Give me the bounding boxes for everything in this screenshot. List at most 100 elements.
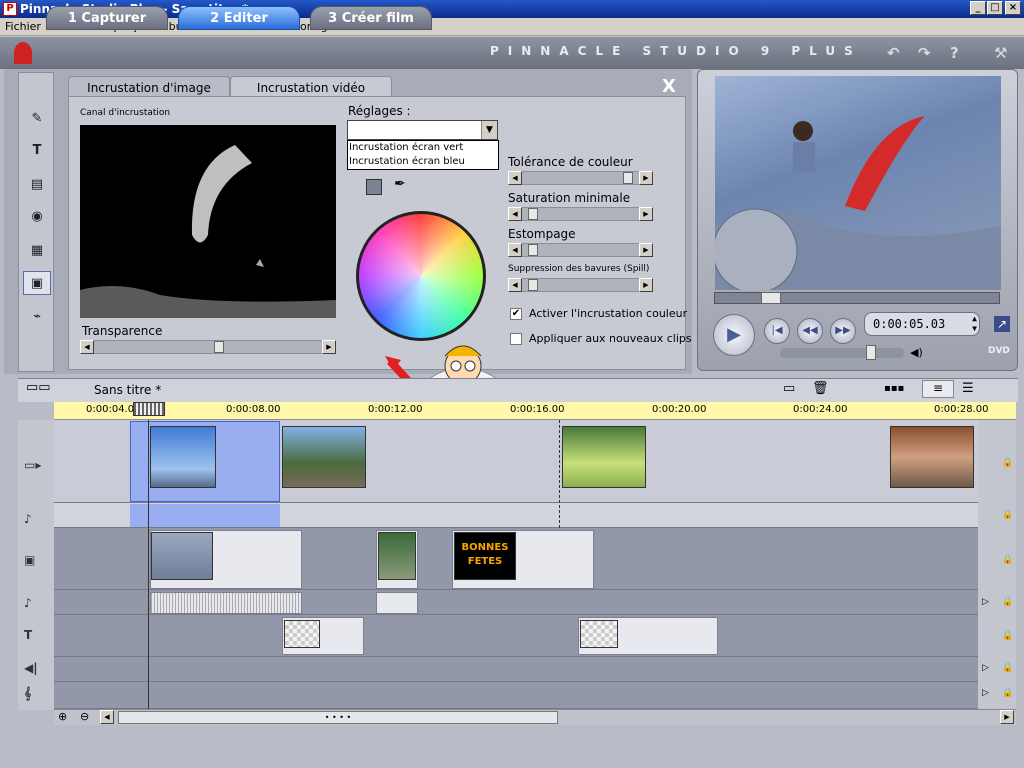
scroll-left-icon[interactable]: ◀ <box>100 710 114 724</box>
close-button[interactable]: × <box>1005 1 1021 15</box>
timeline-view-icon[interactable]: ≡ <box>922 380 954 398</box>
slider-right-arrow-icon[interactable]: ▶ <box>639 207 653 221</box>
scroll-right-icon[interactable]: ▶ <box>1000 710 1014 724</box>
effects-tool-icon[interactable]: ⌁ <box>23 305 51 329</box>
selected-audio-clip[interactable] <box>130 504 280 527</box>
tab-incrustation-video[interactable]: Incrustation vidéo <box>230 76 392 98</box>
undo-icon[interactable]: ↶ <box>887 44 900 62</box>
tolerance-slider[interactable]: ◀ ▶ <box>508 171 653 185</box>
saturation-slider[interactable]: ◀ ▶ <box>508 207 653 221</box>
slider-right-arrow-icon[interactable]: ▶ <box>639 243 653 257</box>
fast-forward-button[interactable]: ▶▶ <box>830 318 856 344</box>
tab-creer-film[interactable]: 3 Créer film <box>310 6 432 30</box>
trash-icon[interactable]: 🗑 <box>812 381 829 396</box>
slider-right-arrow-icon[interactable]: ▶ <box>639 278 653 292</box>
clip-thumbnail[interactable] <box>151 532 213 580</box>
transparency-slider[interactable]: ◀ ▶ <box>80 340 336 354</box>
volume-icon[interactable]: ▷ <box>982 688 989 698</box>
volume-thumb[interactable] <box>866 345 876 360</box>
scrubber-thumb[interactable] <box>761 292 781 304</box>
preview-scrubber[interactable] <box>714 292 1000 304</box>
clip-thumbnail[interactable] <box>150 426 216 488</box>
go-to-start-button[interactable]: |◀ <box>764 318 790 344</box>
timecode-stepper-icon[interactable]: ▲ ▼ <box>972 314 977 334</box>
preview-scene-image <box>715 116 1001 290</box>
lock-icon[interactable]: 🔒 <box>1002 458 1013 468</box>
lock-icon[interactable]: 🔒 <box>1002 597 1013 607</box>
wrench-icon[interactable]: ⚒ <box>994 44 1007 62</box>
tab-incrustation-image[interactable]: Incrustation d'image <box>68 76 230 98</box>
lock-icon[interactable]: 🔒 <box>1002 663 1013 673</box>
chevron-down-icon[interactable]: ▼ <box>481 121 497 139</box>
clip-thumbnail[interactable] <box>282 426 366 488</box>
tab-capturer[interactable]: 1 Capturer <box>46 6 168 30</box>
redo-icon[interactable]: ↷ <box>918 44 931 62</box>
close-panel-icon[interactable]: X <box>662 76 676 97</box>
slider-left-arrow-icon[interactable]: ◀ <box>80 340 94 354</box>
title-thumbnail[interactable] <box>580 620 618 648</box>
slider-right-arrow-icon[interactable]: ▶ <box>322 340 336 354</box>
fullscreen-icon[interactable]: ↗ <box>994 316 1010 332</box>
tab-editer[interactable]: 2 Editer <box>178 6 300 30</box>
clapper-tool-icon[interactable]: ▦ <box>23 239 51 263</box>
camera-tool-icon[interactable]: ◉ <box>23 205 51 229</box>
settings-dropdown[interactable]: ▼ <box>347 120 498 140</box>
option-blue-screen[interactable]: Incrustation écran bleu <box>349 155 498 169</box>
spill-slider[interactable]: ◀ ▶ <box>508 278 653 292</box>
lock-icon[interactable]: 🔒 <box>1002 631 1013 641</box>
sound-effects-track[interactable] <box>54 657 978 682</box>
key-mask-image <box>80 145 336 318</box>
menu-tool-icon[interactable]: ▤ <box>23 173 51 197</box>
maximize-button[interactable]: □ <box>987 1 1003 15</box>
lock-icon[interactable]: 🔒 <box>1002 555 1013 565</box>
blur-thumb[interactable] <box>528 244 539 256</box>
title-track[interactable] <box>54 615 978 657</box>
zoom-in-icon[interactable]: ⊕ <box>58 710 67 723</box>
slider-left-arrow-icon[interactable]: ◀ <box>508 171 522 185</box>
volume-slider[interactable] <box>780 345 904 360</box>
slider-left-arrow-icon[interactable]: ◀ <box>508 207 522 221</box>
clip-thumbnail[interactable] <box>562 426 646 488</box>
timecode-display[interactable]: 0:00:05.03 ▲ ▼ <box>864 312 980 336</box>
zoom-out-icon[interactable]: ⊖ <box>80 710 89 723</box>
rewind-button[interactable]: ◀◀ <box>797 318 823 344</box>
text-view-icon[interactable]: ☰ <box>962 381 974 396</box>
storyboard-view-icon[interactable]: ▪▪▪ <box>884 383 904 394</box>
lock-icon[interactable]: 🔒 <box>1002 510 1013 520</box>
transparency-thumb[interactable] <box>213 341 224 353</box>
minimize-button[interactable]: _ <box>970 1 986 15</box>
slider-left-arrow-icon[interactable]: ◀ <box>508 243 522 257</box>
blur-slider[interactable]: ◀ ▶ <box>508 243 653 257</box>
clip-thumbnail[interactable] <box>378 532 416 580</box>
playhead-scrubber[interactable] <box>133 402 165 416</box>
enable-keying-checkbox[interactable]: ✔ <box>510 308 522 320</box>
eyedropper-icon[interactable]: ✒ <box>394 176 406 192</box>
razor-icon[interactable]: ▭ <box>783 381 795 396</box>
slider-left-arrow-icon[interactable]: ◀ <box>508 278 522 292</box>
help-icon[interactable]: ? <box>950 44 959 62</box>
saturation-thumb[interactable] <box>528 208 539 220</box>
spill-thumb[interactable] <box>528 279 539 291</box>
bonnes-fetes-thumbnail[interactable]: BONNES FETES <box>454 532 516 580</box>
option-green-screen[interactable]: Incrustation écran vert <box>349 141 498 155</box>
brand-text: PINNACLE STUDIO 9 PLUS <box>490 44 862 58</box>
key-color-swatch[interactable] <box>366 179 382 195</box>
volume-icon[interactable]: ▷ <box>982 597 989 607</box>
title-thumbnail[interactable] <box>284 620 320 648</box>
color-wheel[interactable] <box>356 211 486 341</box>
menu-fichier[interactable]: Fichier <box>0 18 46 36</box>
slider-right-arrow-icon[interactable]: ▶ <box>639 171 653 185</box>
music-track[interactable] <box>54 682 978 709</box>
lock-icon[interactable]: 🔒 <box>1002 688 1013 698</box>
clip-thumbnail[interactable] <box>890 426 974 488</box>
volume-icon[interactable]: ▷ <box>982 663 989 673</box>
audio-waveform-clip[interactable] <box>150 592 302 614</box>
play-button[interactable]: ▶ <box>713 314 755 356</box>
video-tool-icon[interactable]: ✎ <box>23 107 51 131</box>
tolerance-thumb[interactable] <box>622 172 633 184</box>
overlay-tool-icon[interactable]: ▣ <box>23 271 51 295</box>
title-tool-icon[interactable]: T <box>23 139 51 163</box>
audio-waveform-clip[interactable] <box>376 592 418 614</box>
timeline-scrollbar[interactable]: ⊕ ⊖ ◀ • • • • ▶ <box>54 709 1016 725</box>
scroll-thumb[interactable]: • • • • <box>118 711 558 724</box>
